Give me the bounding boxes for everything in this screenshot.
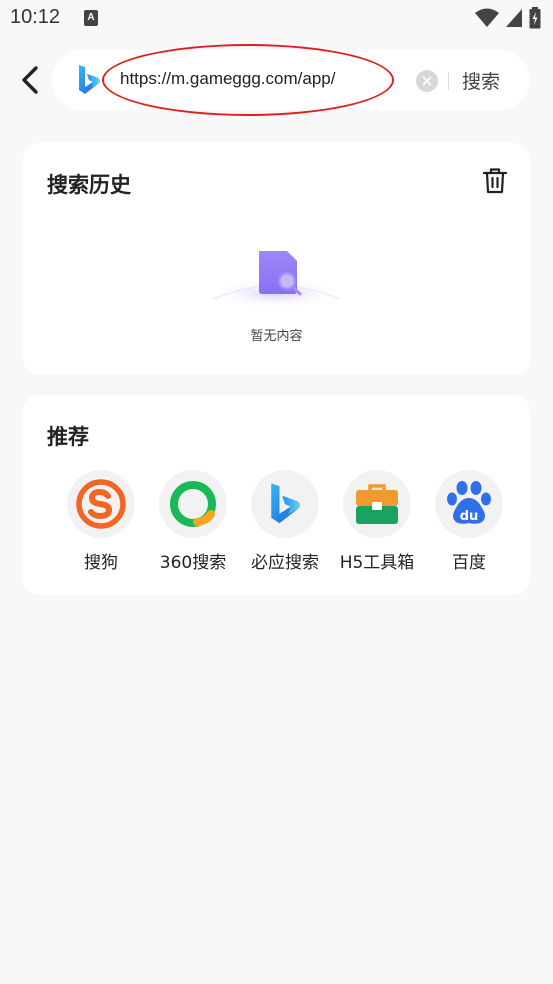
delete-history-button[interactable] bbox=[482, 167, 508, 195]
recommend-icon-wrap: du bbox=[435, 470, 503, 538]
recommend-icon-wrap bbox=[159, 470, 227, 538]
sogou-icon bbox=[76, 479, 126, 529]
empty-state-illustration bbox=[210, 251, 342, 309]
baidu-icon: du bbox=[447, 481, 491, 524]
back-arrow-icon bbox=[22, 66, 38, 94]
empty-text: 暂无内容 bbox=[250, 329, 303, 344]
recommend-item-h5-toolbox[interactable]: H5工具箱 bbox=[331, 470, 423, 573]
recommend-label: 360搜索 bbox=[159, 553, 227, 573]
history-title: 搜索历史 bbox=[47, 173, 131, 197]
signal-icon bbox=[506, 9, 522, 27]
status-time: 10:12 bbox=[10, 6, 61, 28]
status-icons bbox=[475, 7, 541, 29]
recommend-icon-wrap bbox=[343, 470, 411, 538]
search-divider bbox=[448, 72, 449, 90]
wifi-icon bbox=[475, 8, 499, 27]
svg-text:du: du bbox=[460, 509, 479, 524]
recommend-label: 搜狗 bbox=[84, 553, 118, 573]
search-box[interactable]: https://m.gameggg.com/app/ 搜索 bbox=[52, 44, 530, 116]
recommend-card: 推荐 搜狗 360搜索 必应搜索 H5工具箱 du 百度 bbox=[23, 395, 530, 595]
clear-icon bbox=[422, 76, 432, 86]
battery-icon bbox=[529, 7, 541, 29]
recommend-item-360-search[interactable]: 360搜索 bbox=[147, 470, 239, 573]
toolbox-icon bbox=[356, 484, 398, 524]
notification-icon: A bbox=[84, 10, 98, 26]
clear-button[interactable] bbox=[416, 70, 438, 92]
bing-icon bbox=[271, 483, 300, 524]
top-bar: https://m.gameggg.com/app/ 搜索 bbox=[0, 44, 553, 116]
recommend-item-sogou[interactable]: 搜狗 bbox=[55, 470, 147, 573]
recommend-list: 搜狗 360搜索 必应搜索 H5工具箱 du 百度 bbox=[55, 470, 505, 580]
recommend-item-bing[interactable]: 必应搜索 bbox=[239, 470, 331, 573]
recommend-label: 必应搜索 bbox=[251, 553, 319, 573]
back-button[interactable] bbox=[14, 62, 46, 98]
search-button[interactable]: 搜索 bbox=[462, 67, 500, 94]
recommend-icon-wrap bbox=[67, 470, 135, 538]
trash-icon bbox=[482, 168, 508, 194]
recommend-icon-wrap bbox=[251, 470, 319, 538]
bing-icon[interactable] bbox=[76, 64, 102, 96]
recommend-title: 推荐 bbox=[47, 425, 89, 449]
url-input[interactable]: https://m.gameggg.com/app/ bbox=[120, 69, 335, 89]
search-history-card: 搜索历史 暂无内容 bbox=[23, 143, 530, 375]
recommend-label: H5工具箱 bbox=[339, 553, 415, 573]
recommend-item-baidu[interactable]: du 百度 bbox=[423, 470, 515, 573]
status-bar: 10:12 A bbox=[0, 0, 553, 38]
360-search-icon bbox=[170, 481, 216, 527]
recommend-label: 百度 bbox=[452, 553, 486, 573]
